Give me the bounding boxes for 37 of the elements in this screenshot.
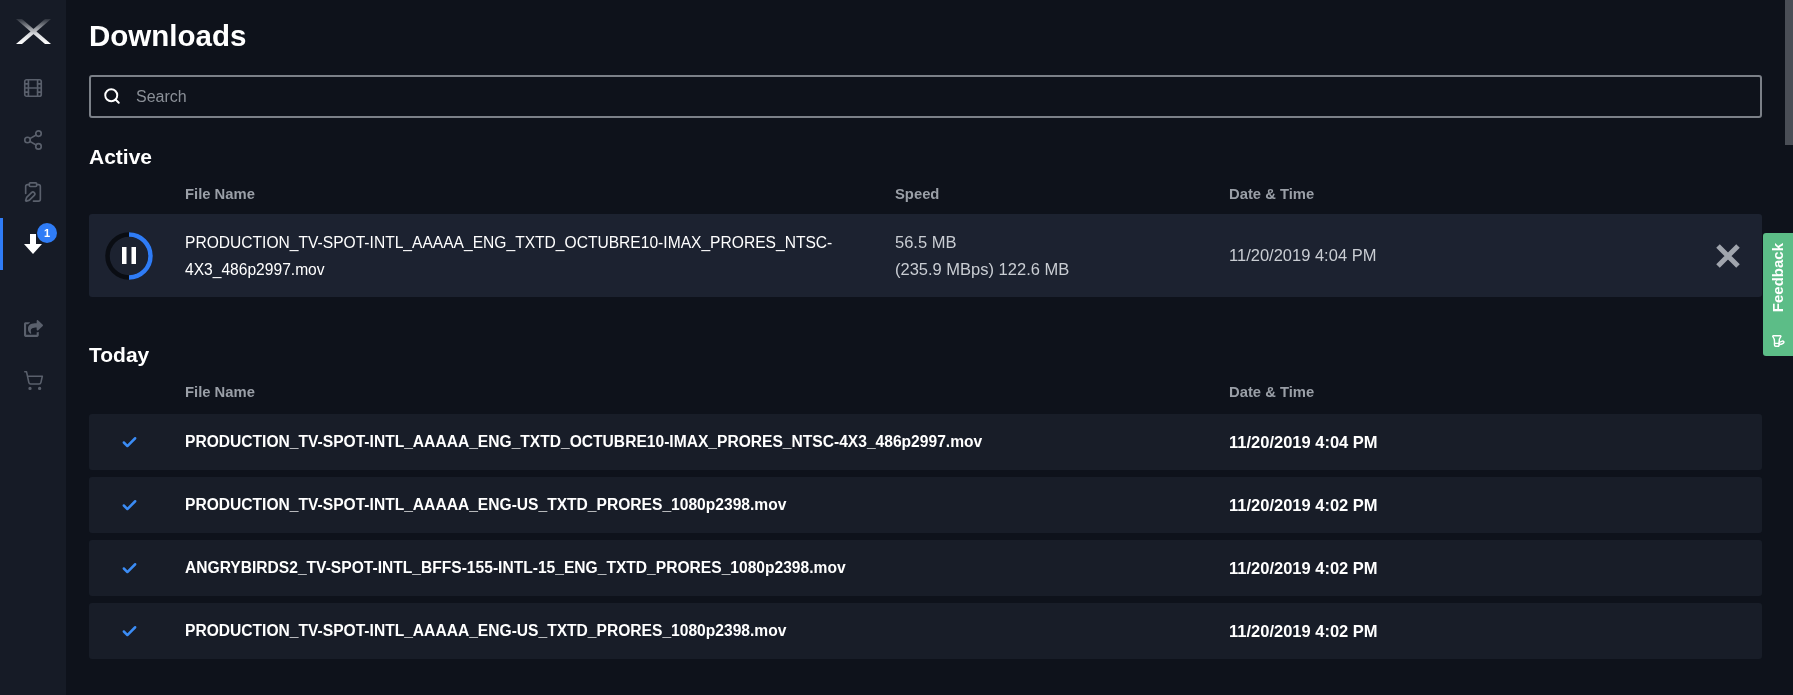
date-time: 11/20/2019 4:02 PM [1229,558,1379,578]
film-icon [22,77,44,99]
date-time: 11/20/2019 4:04 PM [1229,432,1379,452]
file-name: PRODUCTION_TV-SPOT-INTL_AAAAA_ENG-US_TXTD_PRORES_1080p2398.mov [185,621,788,641]
megaphone-icon [1771,334,1785,348]
column-header: Speed [895,185,941,203]
search-field[interactable]: Search [89,75,1762,118]
transfer-rate: (235.9 MBps) 122.6 MB [895,258,1070,280]
pause-icon [122,247,136,264]
file-name: PRODUCTION_TV-SPOT-INTL_AAAAA_ENG_TXTD_OCTUBRE10-IMAX_PRORES_NTSC-4X3_486p2997.mov [185,232,834,280]
file-name: PRODUCTION_TV-SPOT-INTL_AAAAA_ENG_TXTD_OCTUBRE10-IMAX_PRORES_NTSC-4X3_486p2997.mov [185,432,984,452]
share-nodes-icon [22,129,44,151]
date-time: 11/20/2019 4:04 PM [1229,245,1378,266]
date-time: 11/20/2019 4:02 PM [1229,621,1379,641]
count-badge: 1 [37,223,57,243]
transfer-size: 56.5 MB [895,231,957,253]
column-header: File Name [185,383,256,401]
feedback-tab[interactable]: Feedback [1763,233,1793,356]
clipboard-pencil-icon [22,181,44,203]
column-header: Date & Time [1229,185,1316,203]
file-name: PRODUCTION_TV-SPOT-INTL_AAAAA_ENG-US_TXTD_PRORES_1080p2398.mov [185,495,788,515]
search-icon [103,87,121,105]
cart-icon [22,369,44,391]
page-title: Downloads [89,18,248,54]
download-arrow-icon [24,234,42,254]
section-heading: Active [89,144,154,170]
logo-icon [15,18,51,44]
close-icon [1716,243,1740,268]
date-time: 11/20/2019 4:02 PM [1229,495,1379,515]
cancel-button[interactable] [1716,243,1740,268]
column-header: File Name [185,185,256,203]
section-heading: Today [89,342,151,368]
share-box-icon [23,318,43,338]
file-name: ANGRYBIRDS2_TV-SPOT-INTL_BFFS-155-INTL-15_ENG_TXTD_PRORES_1080p2398.mov [185,558,847,578]
scrollbar-thumb[interactable] [1785,0,1793,145]
column-header: Date & Time [1229,383,1316,401]
sidebar-button[interactable]: 1 [0,218,66,270]
